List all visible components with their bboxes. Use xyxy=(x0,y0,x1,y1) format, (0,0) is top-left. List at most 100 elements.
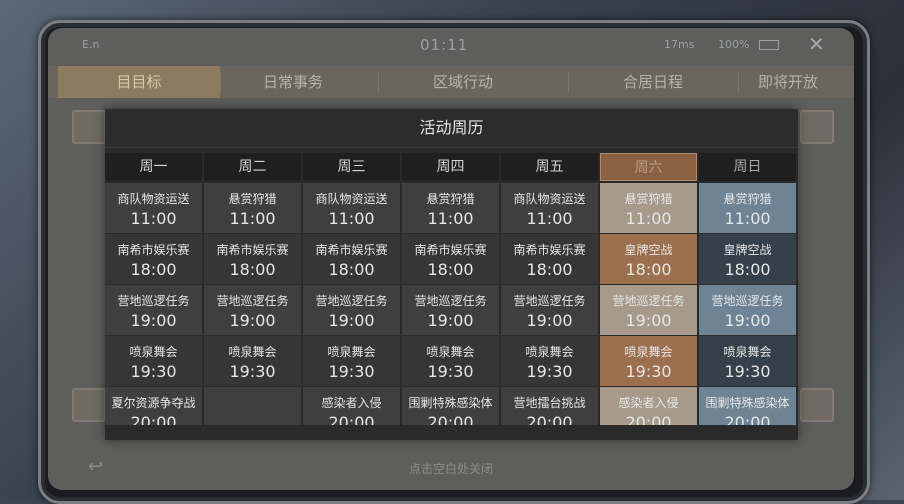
event-cell[interactable]: 喷泉舞会 19:30 xyxy=(501,336,598,386)
event-name: 皇牌空战 xyxy=(624,243,673,257)
event-cell[interactable]: 南希市娱乐赛 18:00 xyxy=(204,234,301,284)
event-time: 20:00 xyxy=(526,413,573,426)
event-time: 19:30 xyxy=(427,362,474,381)
event-time: 18:00 xyxy=(229,260,276,279)
event-cell[interactable]: 皇牌空战 18:00 xyxy=(699,234,796,284)
event-name: 喷泉舞会 xyxy=(129,345,178,359)
event-cell[interactable]: 喷泉舞会 19:30 xyxy=(600,336,697,386)
calendar-icon[interactable] xyxy=(72,388,106,422)
tab-region[interactable]: 区域行动 xyxy=(388,66,538,98)
event-cell[interactable]: 围剿特殊感染体 20:00 xyxy=(402,387,499,425)
event-name: 商队物资运送 xyxy=(117,192,190,206)
event-cell[interactable]: 营地巡逻任务 19:00 xyxy=(699,285,796,335)
event-cell[interactable]: 商队物资运送 11:00 xyxy=(303,183,400,233)
event-name: 皇牌空战 xyxy=(723,243,772,257)
event-name: 营地巡逻任务 xyxy=(414,294,487,308)
event-cell[interactable]: 悬赏狩猎 11:00 xyxy=(402,183,499,233)
event-time: 11:00 xyxy=(625,209,672,228)
event-time: 18:00 xyxy=(526,260,573,279)
event-cell[interactable]: 感染者入侵 20:00 xyxy=(600,387,697,425)
event-cell[interactable]: 喷泉舞会 19:30 xyxy=(303,336,400,386)
event-time: 20:00 xyxy=(427,413,474,426)
event-cell[interactable]: 营地擂台挑战 20:00 xyxy=(501,387,598,425)
event-name: 营地巡逻任务 xyxy=(117,294,190,308)
event-name: 感染者入侵 xyxy=(618,396,679,410)
day-header: 周六 xyxy=(600,153,697,181)
event-name: 南希市娱乐赛 xyxy=(117,243,190,257)
event-cell[interactable]: 悬赏狩猎 11:00 xyxy=(699,183,796,233)
day-header: 周五 xyxy=(501,153,598,181)
event-cell[interactable]: 围剿特殊感染体 20:00 xyxy=(699,387,796,425)
event-cell[interactable]: 喷泉舞会 19:30 xyxy=(204,336,301,386)
event-cell[interactable]: 悬赏狩猎 11:00 xyxy=(204,183,301,233)
info-icon[interactable] xyxy=(800,110,834,144)
event-name: 喷泉舞会 xyxy=(624,345,673,359)
event-cell[interactable]: 营地巡逻任务 19:00 xyxy=(600,285,697,335)
event-cell[interactable]: 营地巡逻任务 19:00 xyxy=(303,285,400,335)
event-time: 18:00 xyxy=(724,260,771,279)
side-menu-icon[interactable] xyxy=(72,110,106,144)
event-name: 喷泉舞会 xyxy=(723,345,772,359)
event-cell[interactable]: 悬赏狩猎 11:00 xyxy=(600,183,697,233)
day-header: 周一 xyxy=(105,153,202,181)
event-cell[interactable]: 夏尔资源争夺战 20:00 xyxy=(105,387,202,425)
event-cell[interactable]: 南希市娱乐赛 18:00 xyxy=(501,234,598,284)
event-name: 营地擂台挑战 xyxy=(513,396,586,410)
event-cell[interactable]: 喷泉舞会 19:30 xyxy=(105,336,202,386)
event-name: 营地巡逻任务 xyxy=(513,294,586,308)
event-name: 夏尔资源争夺战 xyxy=(111,396,196,410)
event-cell[interactable]: 营地巡逻任务 19:00 xyxy=(204,285,301,335)
event-name: 商队物资运送 xyxy=(513,192,586,206)
gift-icon[interactable] xyxy=(800,388,834,422)
tab-goals[interactable]: 目目标 xyxy=(58,66,220,98)
event-time: 19:30 xyxy=(724,362,771,381)
event-cell[interactable]: 商队物资运送 11:00 xyxy=(105,183,202,233)
event-cell[interactable]: 感染者入侵 20:00 xyxy=(303,387,400,425)
event-time: 19:30 xyxy=(328,362,375,381)
event-time: 11:00 xyxy=(328,209,375,228)
event-cell[interactable]: 营地巡逻任务 19:00 xyxy=(105,285,202,335)
battery-icon xyxy=(759,40,779,50)
status-left-text: E.n xyxy=(82,38,100,51)
event-cell[interactable]: 喷泉舞会 19:30 xyxy=(699,336,796,386)
event-time: 19:30 xyxy=(229,362,276,381)
tab-divider xyxy=(378,72,379,92)
day-header: 周日 xyxy=(699,153,796,181)
event-name: 喷泉舞会 xyxy=(327,345,376,359)
event-cell[interactable]: 营地巡逻任务 19:00 xyxy=(402,285,499,335)
event-time: 19:00 xyxy=(229,311,276,330)
event-time: 19:00 xyxy=(625,311,672,330)
event-cell[interactable]: 南希市娱乐赛 18:00 xyxy=(303,234,400,284)
day-header: 周二 xyxy=(204,153,301,181)
event-name: 南希市娱乐赛 xyxy=(216,243,289,257)
event-name: 围剿特殊感染体 xyxy=(408,396,493,410)
tab-daily[interactable]: 日常事务 xyxy=(228,66,358,98)
event-cell[interactable]: 南希市娱乐赛 18:00 xyxy=(402,234,499,284)
event-time: 20:00 xyxy=(625,413,672,426)
modal-title: 活动周历 xyxy=(105,109,798,148)
event-name: 南希市娱乐赛 xyxy=(513,243,586,257)
event-time: 20:00 xyxy=(724,413,771,426)
network-latency: 17ms xyxy=(664,38,695,51)
event-cell[interactable] xyxy=(204,387,301,425)
event-time: 19:00 xyxy=(328,311,375,330)
tab-divider xyxy=(568,72,569,92)
event-cell[interactable]: 商队物资运送 11:00 xyxy=(501,183,598,233)
close-icon[interactable]: ✕ xyxy=(808,32,825,56)
event-time: 19:00 xyxy=(130,311,177,330)
event-name: 喷泉舞会 xyxy=(525,345,574,359)
event-time: 19:00 xyxy=(427,311,474,330)
event-name: 悬赏狩猎 xyxy=(723,192,772,206)
event-time: 19:00 xyxy=(526,311,573,330)
event-time: 20:00 xyxy=(130,413,177,426)
weekly-calendar-modal: 活动周历 周一 周二 周三 周四 周五 周六 周日 商队物资运送 11:00 悬赏狩猎 11:00 商… xyxy=(105,109,798,440)
event-time: 11:00 xyxy=(526,209,573,228)
event-cell[interactable]: 南希市娱乐赛 18:00 xyxy=(105,234,202,284)
event-name: 营地巡逻任务 xyxy=(315,294,388,308)
event-cell[interactable]: 营地巡逻任务 19:00 xyxy=(501,285,598,335)
event-cell[interactable]: 喷泉舞会 19:30 xyxy=(402,336,499,386)
tab-upcoming[interactable]: 即将开放 xyxy=(738,66,838,98)
tab-schedule[interactable]: 合居日程 xyxy=(578,66,728,98)
event-cell[interactable]: 皇牌空战 18:00 xyxy=(600,234,697,284)
event-name: 商队物资运送 xyxy=(315,192,388,206)
